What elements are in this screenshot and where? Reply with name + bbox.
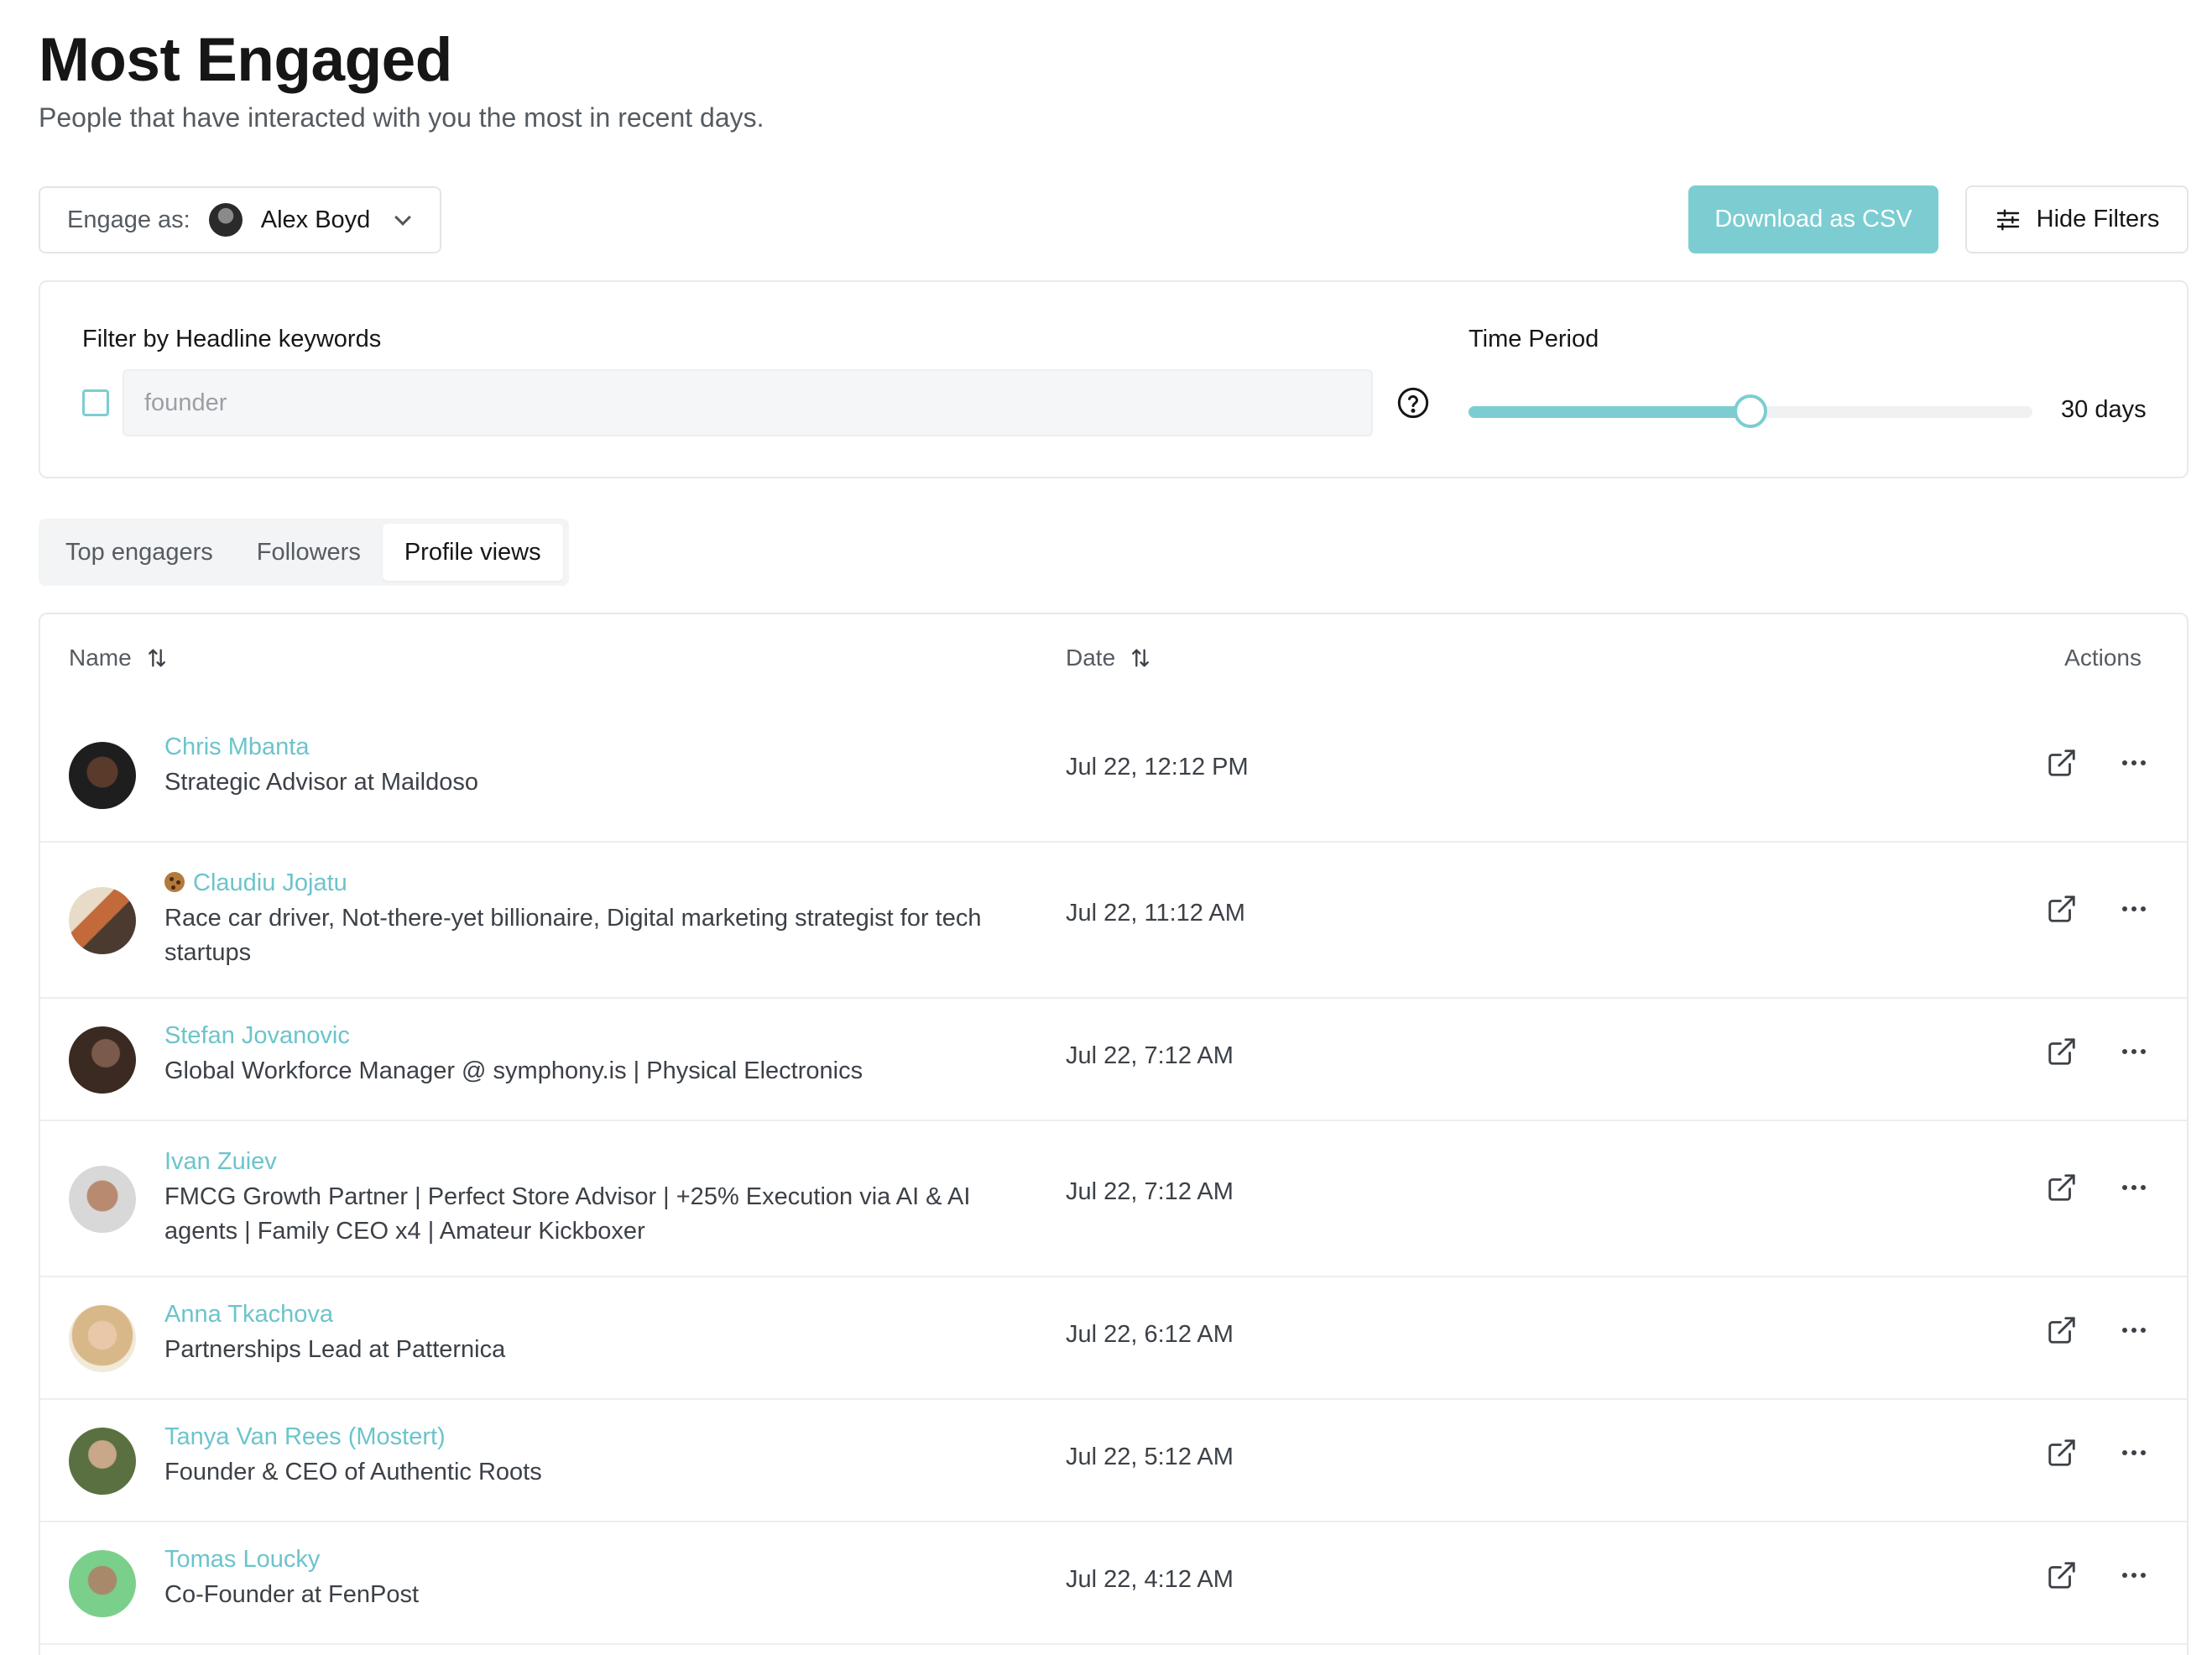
cookie-icon: [164, 872, 185, 892]
time-period-label: Time Period: [1469, 326, 1599, 352]
sliders-icon: [1996, 208, 2019, 231]
download-csv-button[interactable]: Download as CSV: [1688, 185, 1938, 253]
more-options-icon[interactable]: [2121, 1327, 2147, 1334]
person-name-link[interactable]: Anna Tkachova: [164, 1301, 333, 1329]
avatar: [69, 742, 136, 809]
tab-top-engagers[interactable]: Top engagers: [44, 524, 235, 581]
engage-user-name: Alex Boyd: [260, 206, 371, 233]
person-headline: Strategic Advisor at Maildoso: [164, 769, 478, 796]
avatar: [208, 203, 243, 237]
view-date: Jul 22, 7:12 AM: [1066, 1178, 1234, 1205]
person-name: Tanya Van Rees (Mostert): [164, 1423, 446, 1450]
table-row: Ivan Zuiev FMCG Growth Partner | Perfect …: [40, 1121, 2187, 1277]
column-header-name-label: Name: [69, 645, 132, 671]
view-date: Jul 22, 6:12 AM: [1066, 1321, 1234, 1348]
page-subtitle: People that have interacted with you the…: [39, 102, 764, 133]
person-name: Chris Mbanta: [164, 734, 310, 760]
more-options-icon[interactable]: [2121, 1048, 2147, 1055]
column-header-date-label: Date: [1066, 645, 1116, 671]
engage-as-label: Engage as:: [67, 206, 190, 233]
view-date: Jul 22, 11:12 AM: [1066, 900, 1245, 927]
tab-profile-views[interactable]: Profile views: [382, 524, 563, 581]
avatar: [69, 1166, 136, 1233]
hide-filters-label: Hide Filters: [2036, 206, 2160, 232]
more-options-icon[interactable]: [2121, 760, 2147, 766]
person-name: Claudiu Jojatu: [193, 869, 347, 896]
keyword-filter-label: Filter by Headline keywords: [82, 326, 382, 352]
external-link-icon[interactable]: [2046, 1437, 2078, 1469]
more-options-icon[interactable]: [2121, 1184, 2147, 1191]
external-link-icon[interactable]: [2046, 1559, 2078, 1591]
person-name: Stefan Jovanovic: [164, 1022, 350, 1049]
external-link-icon[interactable]: [2046, 1314, 2078, 1346]
page-title: Most Engaged: [39, 26, 452, 94]
engage-as-dropdown[interactable]: Engage as: Alex Boyd: [39, 186, 441, 253]
table-row: Tanya Van Rees (Mostert) Founder & CEO of…: [40, 1400, 2187, 1522]
column-header-date[interactable]: Date: [1066, 645, 1152, 671]
person-name-link[interactable]: Tomas Loucky: [164, 1546, 320, 1574]
person-name: Tomas Loucky: [164, 1546, 321, 1573]
tab-bar: Top engagers Followers Profile views: [39, 519, 569, 586]
view-date: Jul 22, 4:12 AM: [1066, 1566, 1234, 1593]
person-name-link[interactable]: Stefan Jovanovic: [164, 1022, 350, 1050]
person-name-link[interactable]: Claudiu Jojatu: [164, 869, 347, 897]
person-name-link[interactable]: Tanya Van Rees (Mostert): [164, 1423, 446, 1451]
person-headline: Co-Founder at FenPost: [164, 1581, 420, 1608]
person-name: Anna Tkachova: [164, 1301, 333, 1328]
slider-fill: [1469, 406, 1750, 418]
avatar: [69, 887, 136, 954]
slider-thumb[interactable]: [1734, 394, 1767, 428]
avatar: [69, 1026, 136, 1094]
column-header-actions: Actions: [2064, 645, 2142, 671]
page: Most Engaged People that have interacted…: [0, 0, 2212, 1655]
table-row: Chris Mbanta Strategic Advisor at Maildos…: [40, 708, 2187, 843]
avatar: [69, 1428, 136, 1495]
filter-panel: Filter by Headline keywords Time Period …: [39, 280, 2189, 478]
table-row: Tomas Loucky Co-Founder at FenPost Jul 22,…: [40, 1522, 2187, 1645]
table-row: Stefan Jovanovic Global Workforce Manager…: [40, 999, 2187, 1121]
external-link-icon[interactable]: [2046, 747, 2078, 779]
tab-followers[interactable]: Followers: [235, 524, 383, 581]
table-header: Name Date Actions: [40, 614, 2187, 708]
sort-icon: [1132, 649, 1150, 667]
external-link-icon[interactable]: [2046, 1172, 2078, 1203]
hide-filters-button[interactable]: Hide Filters: [1965, 185, 2189, 253]
table-row: Anna Tkachova Partnerships Lead at Patter…: [40, 1277, 2187, 1400]
view-date: Jul 22, 12:12 PM: [1066, 754, 1249, 781]
person-headline: Race car driver, Not-there-yet billionai…: [164, 905, 982, 966]
sort-icon: [148, 649, 165, 667]
person-name-link[interactable]: Ivan Zuiev: [164, 1148, 277, 1176]
time-period-value: 30 days: [2061, 396, 2147, 423]
chevron-down-icon: [394, 209, 412, 226]
view-date: Jul 22, 5:12 AM: [1066, 1444, 1234, 1470]
engagers-table: Name Date Actions Chris Mbanta Strategic …: [39, 613, 2189, 1655]
view-date: Jul 22, 7:12 AM: [1066, 1042, 1234, 1069]
time-period-slider[interactable]: [1469, 394, 2032, 428]
external-link-icon[interactable]: [2046, 1036, 2078, 1068]
avatar: [69, 1305, 136, 1372]
person-headline: Founder & CEO of Authentic Roots: [164, 1459, 542, 1485]
avatar: [69, 1550, 136, 1617]
more-options-icon[interactable]: [2121, 1572, 2147, 1579]
person-name-link[interactable]: Chris Mbanta: [164, 734, 309, 761]
person-headline: FMCG Growth Partner | Perfect Store Advi…: [164, 1183, 971, 1245]
person-headline: Partnerships Lead at Patternica: [164, 1336, 506, 1363]
table-row: Claudiu Jojatu Race car driver, Not-there…: [40, 843, 2187, 999]
external-link-icon[interactable]: [2046, 893, 2078, 925]
help-circle-icon[interactable]: [1396, 386, 1430, 420]
more-options-icon[interactable]: [2121, 1449, 2147, 1456]
keyword-input[interactable]: [123, 369, 1373, 436]
keyword-filter-checkbox[interactable]: [82, 389, 109, 416]
column-header-name[interactable]: Name: [69, 645, 169, 671]
person-headline: Global Workforce Manager @ symphony.is |…: [164, 1057, 863, 1084]
person-name: Ivan Zuiev: [164, 1148, 277, 1175]
more-options-icon[interactable]: [2121, 906, 2147, 912]
